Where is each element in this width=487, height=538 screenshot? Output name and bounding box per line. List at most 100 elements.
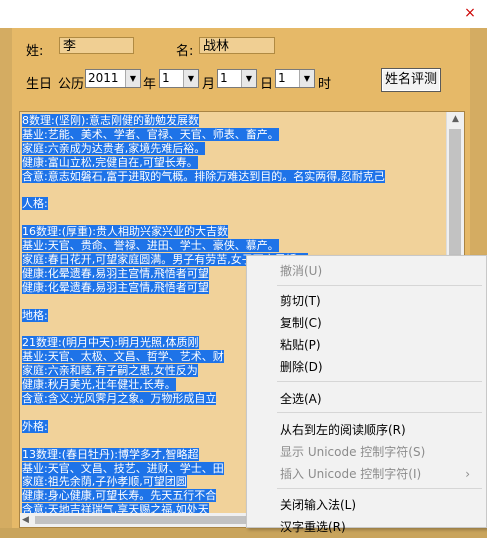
chevron-down-icon[interactable]: ▼	[183, 70, 198, 87]
context-menu-item-label: 关闭输入法(L)	[280, 498, 357, 512]
day-select[interactable]: 1 ▼	[217, 69, 257, 88]
result-text-line-content: 16数理:(厚重):贵人相助兴家兴业的大吉数	[22, 225, 228, 239]
context-menu-item[interactable]: 复制(C)	[247, 312, 486, 334]
context-menu-item-label: 撤消(U)	[280, 264, 323, 278]
result-text-line: 健康:身心健康,可望长寿。先天五行不合	[22, 489, 217, 503]
context-menu-item-label: 粘贴(P)	[280, 338, 321, 352]
result-text-line-content: 21数理:(明月中天):明月光照,体质刚	[22, 336, 199, 350]
birthday-label: 生日	[26, 77, 53, 92]
context-menu-item: 插入 Unicode 控制字符(I) ›	[247, 463, 486, 485]
result-text-line-content: 基业:天官、贵命、誉禄、进田、学士、豪侠、慕产。	[22, 239, 279, 253]
context-menu-item[interactable]: 删除(D)	[247, 356, 486, 378]
month-select[interactable]: 1 ▼	[159, 69, 199, 88]
given-name-label: 名:	[176, 44, 194, 59]
result-text-line: 21数理:(明月中天):明月光照,体质刚	[22, 336, 199, 350]
context-menu-item[interactable]: 粘贴(P)	[247, 334, 486, 356]
result-text-line: 含意:意志如磐石,富于进取的气概。排除万难达到目的。名实两得,忍耐克己	[22, 169, 385, 183]
result-text-line-content: 健康:富山立松,完健自在,可望长寿。	[22, 155, 198, 169]
context-menu-item-label: 从右到左的阅读顺序(R)	[280, 423, 406, 437]
result-text-line: 含意:含义:光风霁月之象。万物形成自立	[22, 392, 217, 405]
result-text-line: 健康:秋月美光,壮年健壮,长寿。	[22, 378, 176, 392]
left-background-strip	[0, 28, 12, 528]
result-text-line: 健康:化晕遗春,易羽主宫情,飛悟者可望	[22, 266, 209, 280]
calendar-label: 公历	[58, 77, 85, 92]
day-value: 1	[220, 71, 228, 85]
day-unit: 日	[260, 77, 274, 92]
year-unit: 年	[143, 77, 157, 92]
result-text-line-content: 健康:化晕遗春,易羽主宫情,飛悟者可望	[22, 266, 209, 280]
result-text-line: 8数理:(坚刚):意志刚健的勤勉发展数	[22, 114, 199, 127]
menu-separator	[277, 488, 482, 489]
result-text-line-content: 外格:	[22, 419, 48, 433]
result-text-line-content: 家庭:六亲和睦,有子嗣之患,女性反为	[22, 364, 198, 378]
result-text-line-content: 8数理:(坚刚):意志刚健的勤勉发展数	[22, 114, 199, 127]
menu-separator	[277, 381, 482, 382]
hour-value: 1	[278, 71, 286, 85]
result-text-line: 外格:	[22, 419, 48, 433]
title-bar: ×	[0, 0, 487, 28]
context-menu-item-label: 复制(C)	[280, 316, 322, 330]
surname-field[interactable]: 李	[59, 37, 134, 54]
month-unit: 月	[202, 77, 216, 92]
result-text-line: 家庭:六亲成为达贵者,家境先难后裕。	[22, 141, 206, 155]
result-text-line-content: 家庭:祖先余荫,子孙孝顺,可望团圆	[22, 475, 187, 489]
result-text-line: 基业:艺能、美术、学者、官禄、天官、师表、畜产。	[22, 127, 279, 141]
context-menu-item[interactable]: 从右到左的阅读顺序(R)	[247, 419, 486, 441]
scroll-up-icon[interactable]: ▲	[447, 114, 464, 124]
hour-select[interactable]: 1 ▼	[275, 69, 315, 88]
horizontal-scroll-thumb[interactable]	[35, 516, 275, 524]
result-text-line-content: 基业:天官、太极、文昌、哲学、艺术、财	[22, 350, 224, 364]
close-button[interactable]: ×	[460, 4, 480, 22]
surname-label: 姓:	[26, 44, 44, 59]
chevron-down-icon[interactable]: ▼	[299, 70, 314, 87]
result-text-line-content: 含意:意志如磐石,富于进取的气概。排除万难达到目的。名实两得,忍耐克己	[22, 169, 385, 183]
result-text-line-content: 基业:艺能、美术、学者、官禄、天官、师表、畜产。	[22, 127, 279, 141]
vertical-scroll-thumb[interactable]	[449, 129, 461, 256]
result-text-line: 基业:天官、太极、文昌、哲学、艺术、财	[22, 350, 224, 364]
evaluate-name-button[interactable]: 姓名评测	[381, 68, 441, 92]
result-text-line-content: 含意:含义:光风霁月之象。万物形成自立	[22, 392, 217, 405]
result-text-line: 健康:富山立松,完健自在,可望长寿。	[22, 155, 198, 169]
context-menu-item-label: 插入 Unicode 控制字符(I)	[280, 467, 422, 481]
chevron-down-icon[interactable]: ▼	[241, 70, 256, 87]
app-window: × 姓: 李 名: 战林 生日 公历 2011 ▼ 年 1 ▼ 月 1 ▼ 日 …	[0, 0, 487, 534]
context-menu-item[interactable]: 关闭输入法(L)	[247, 494, 486, 516]
result-text-line: 家庭:祖先余荫,子孙孝顺,可望团圆	[22, 475, 187, 489]
menu-separator	[277, 412, 482, 413]
result-text-line: 13数理:(春日牡丹):博学多才,智略超	[22, 447, 199, 461]
year-value: 2011	[88, 71, 119, 85]
result-text-line-content: 地格:	[22, 308, 48, 322]
context-menu-item-label: 剪切(T)	[280, 294, 321, 308]
context-menu-item-label: 删除(D)	[280, 360, 323, 374]
menu-separator	[277, 285, 482, 286]
context-menu-item: 显示 Unicode 控制字符(S)	[247, 441, 486, 463]
result-text-line-content: 基业:天官、文昌、技艺、进财、学士、田	[22, 461, 224, 475]
submenu-arrow-icon: ›	[465, 467, 470, 481]
result-text-line-content: 13数理:(春日牡丹):博学多才,智略超	[22, 447, 199, 461]
context-menu: 撤消(U) 剪切(T) 复制(C) 粘贴(P) 删除(D) 全选(A) 从右到左的阅读顺序(…	[246, 255, 487, 534]
right-background-strip	[470, 28, 487, 255]
result-text-line-content: 家庭:六亲成为达贵者,家境先难后裕。	[22, 141, 206, 155]
month-value: 1	[162, 71, 170, 85]
result-text-line-content: 健康:秋月美光,壮年健壮,长寿。	[22, 378, 176, 392]
result-text-line: 基业:天官、文昌、技艺、进财、学士、田	[22, 461, 224, 475]
result-text-line: 家庭:六亲和睦,有子嗣之患,女性反为	[22, 364, 198, 378]
result-text-line: 基业:天官、贵命、誉禄、进田、学士、豪侠、慕产。	[22, 239, 279, 253]
result-text-line: 人格:	[22, 197, 48, 211]
result-text-line-content: 健康:身心健康,可望长寿。先天五行不合	[22, 489, 217, 503]
scroll-left-icon[interactable]: ◀	[22, 513, 29, 527]
hour-unit: 时	[318, 77, 332, 92]
context-menu-item[interactable]: 剪切(T)	[247, 290, 486, 312]
given-name-field[interactable]: 战林	[199, 37, 275, 54]
result-text-line: 地格:	[22, 308, 48, 322]
result-text-line: 16数理:(厚重):贵人相助兴家兴业的大吉数	[22, 225, 228, 239]
result-text-line-content: 健康:化晕遗春,易羽主宫情,飛悟者可望	[22, 280, 209, 294]
context-menu-item-label: 显示 Unicode 控制字符(S)	[280, 445, 426, 459]
context-menu-item-label: 全选(A)	[280, 392, 322, 406]
context-menu-item[interactable]: 全选(A)	[247, 388, 486, 410]
result-text-line: 健康:化晕遗春,易羽主宫情,飛悟者可望	[22, 280, 209, 294]
year-select[interactable]: 2011 ▼	[85, 69, 141, 88]
context-menu-item-label: 汉字重选(R)	[280, 520, 346, 534]
context-menu-item[interactable]: 汉字重选(R)	[247, 516, 486, 538]
chevron-down-icon[interactable]: ▼	[125, 70, 140, 87]
